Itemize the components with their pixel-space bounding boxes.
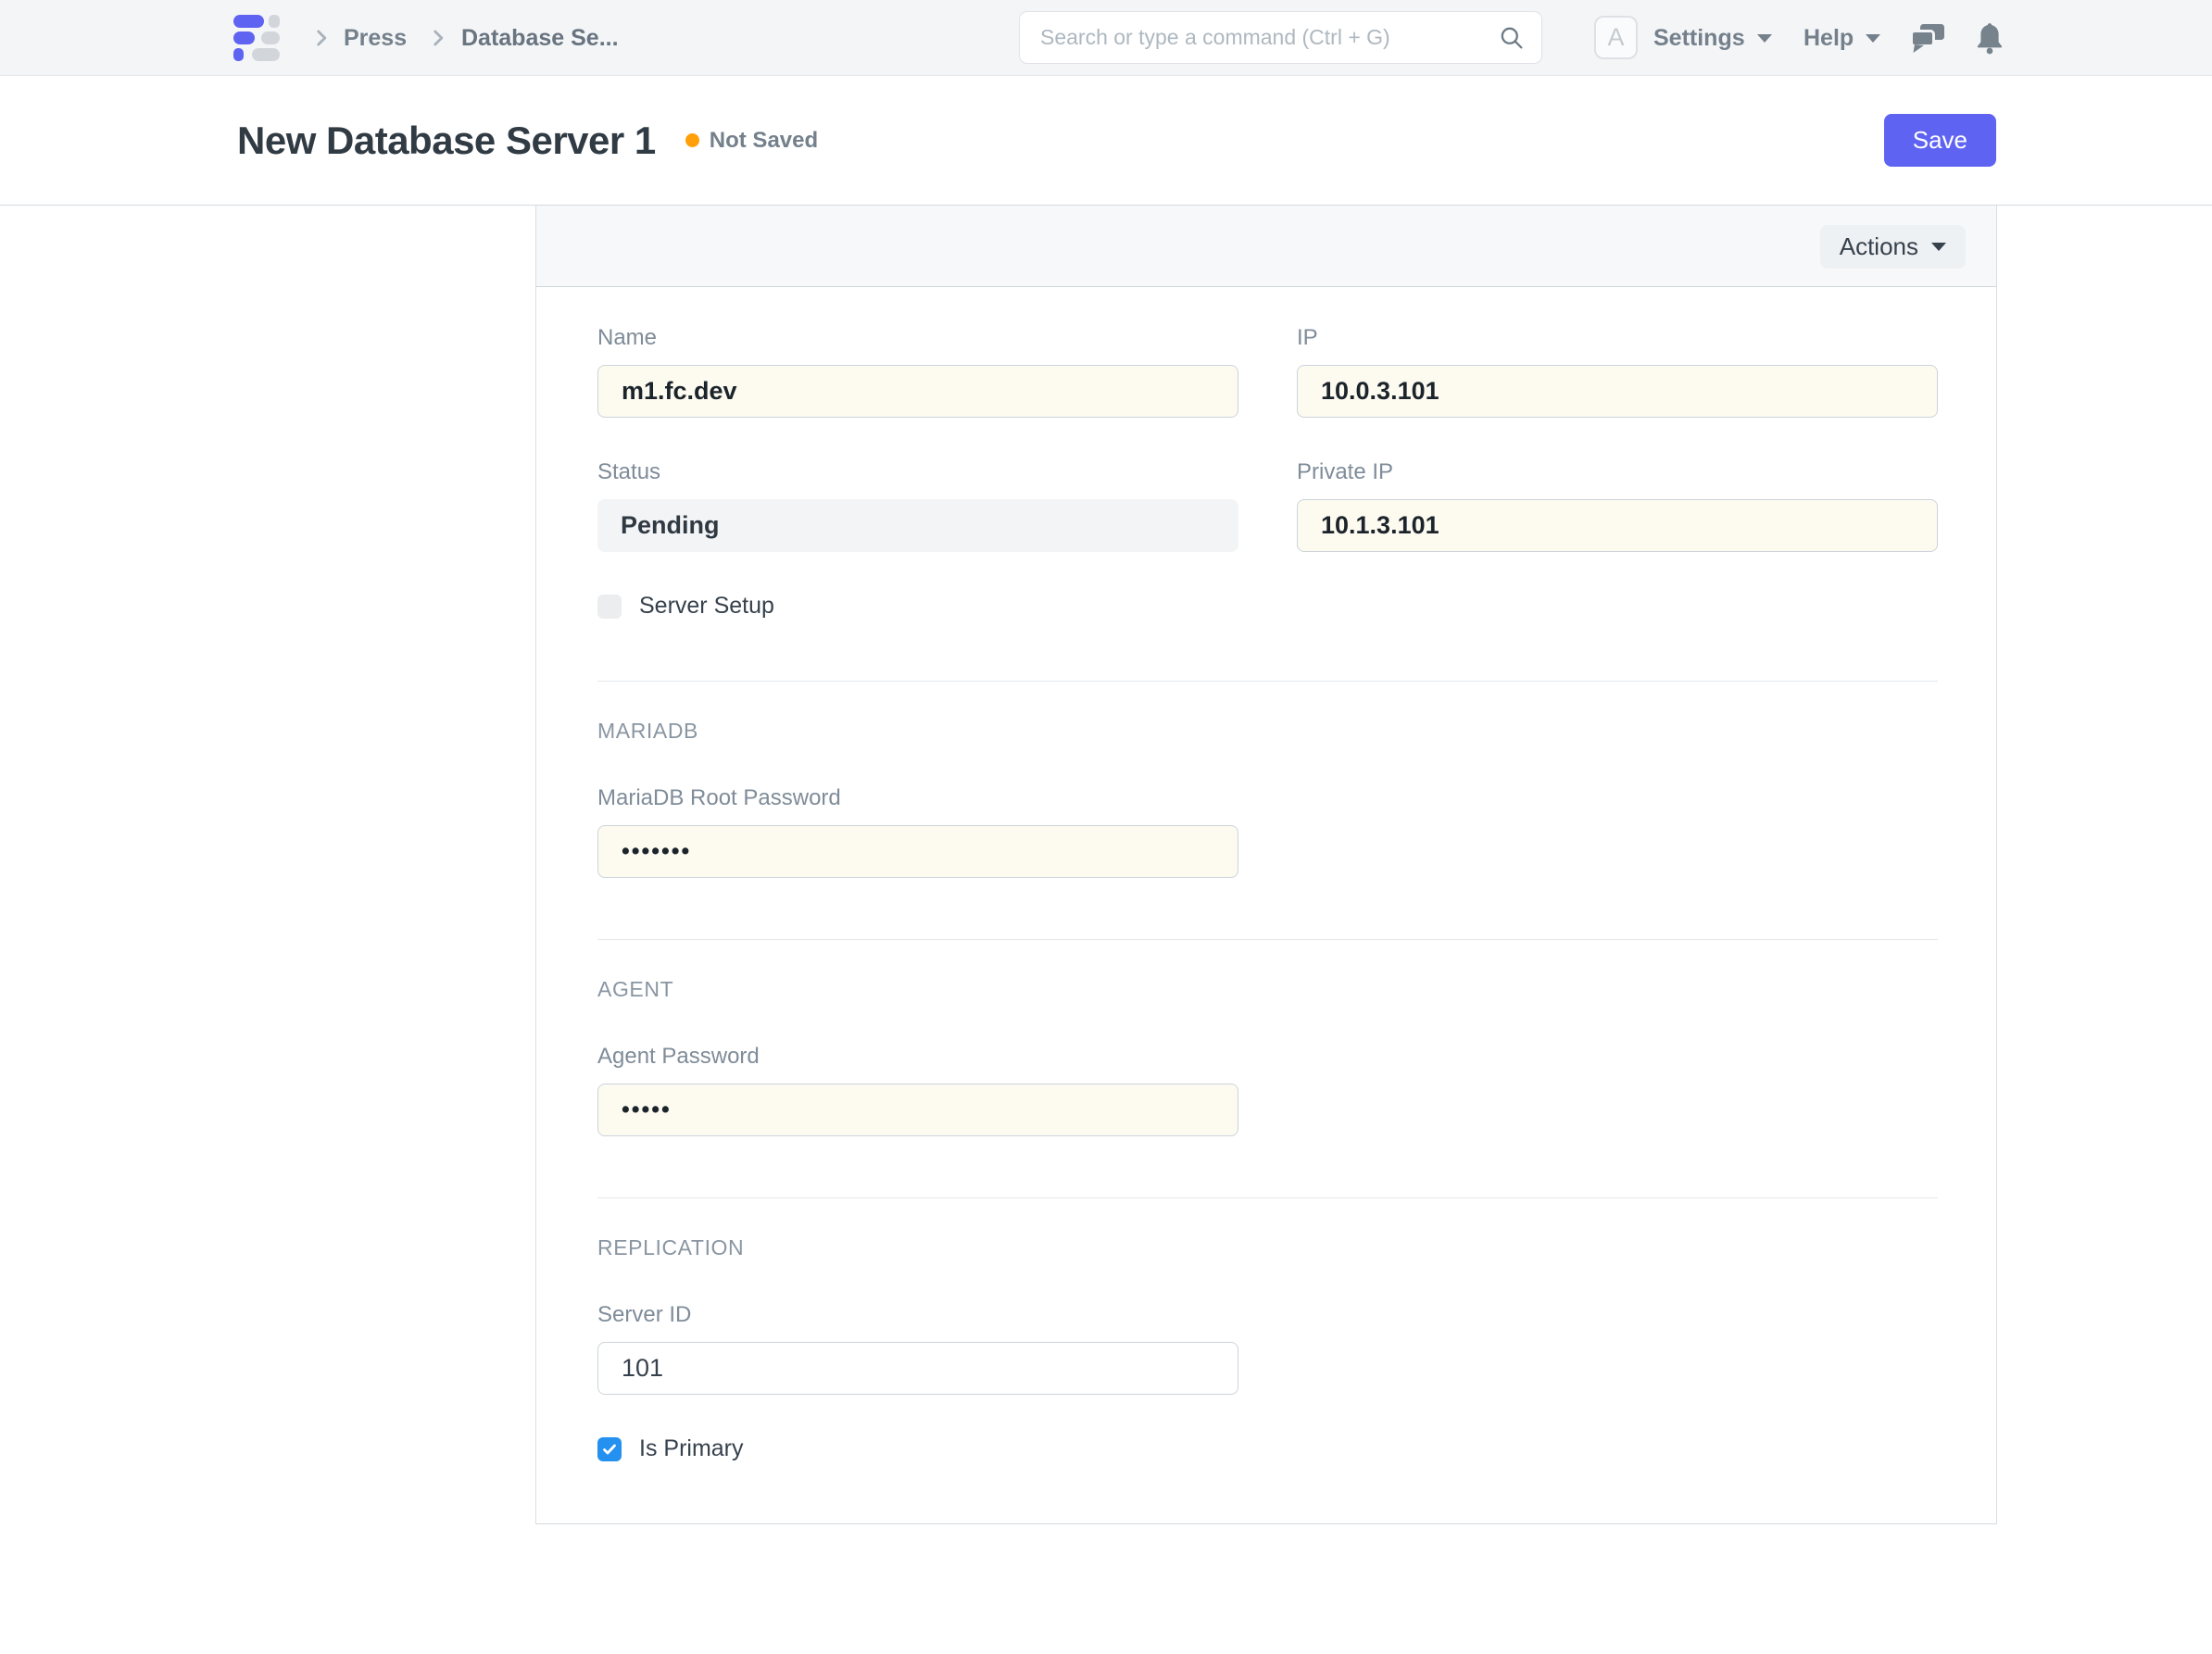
chevron-down-icon: [1757, 34, 1772, 43]
chevron-down-icon: [1931, 243, 1946, 251]
private-ip-input[interactable]: [1297, 499, 1938, 552]
avatar[interactable]: A: [1594, 16, 1638, 59]
breadcrumb-database-server[interactable]: Database Se...: [461, 25, 619, 52]
field-agent-password: Agent Password: [597, 1043, 1938, 1136]
field-mariadb-root-password: MariaDB Root Password: [597, 784, 1938, 878]
help-label: Help: [1804, 25, 1854, 52]
top-navbar: Press Database Se... A Settings Help: [0, 0, 2212, 76]
chevron-down-icon: [1866, 34, 1880, 43]
is-primary-label: Is Primary: [639, 1435, 744, 1462]
settings-menu[interactable]: Settings: [1653, 0, 1772, 76]
agent-section-heading: AGENT: [597, 977, 1938, 1002]
page-title: New Database Server 1: [237, 119, 656, 163]
chat-icon: [1910, 21, 1945, 55]
field-ip: IP: [1297, 324, 1938, 418]
field-name: Name: [597, 324, 1238, 418]
form-body: Name IP Status Pending Private IP: [536, 287, 1996, 1523]
ip-input[interactable]: [1297, 365, 1938, 418]
global-search: [1019, 11, 1542, 64]
frappe-logo-icon: [233, 15, 280, 61]
section-replication: REPLICATION Server ID Is Primary: [597, 1197, 1938, 1523]
form-container: Actions Name IP Status Pending: [535, 206, 1997, 1524]
replication-section-heading: REPLICATION: [597, 1235, 1938, 1260]
server-id-label: Server ID: [597, 1301, 1938, 1329]
settings-label: Settings: [1653, 25, 1745, 52]
field-private-ip: Private IP: [1297, 458, 1938, 552]
agent-password-label: Agent Password: [597, 1043, 1938, 1071]
status-value: Pending: [597, 499, 1238, 552]
search-input[interactable]: [1040, 25, 1498, 50]
mariadb-root-password-input[interactable]: [597, 825, 1238, 878]
help-menu[interactable]: Help: [1804, 0, 1880, 76]
section-mariadb: MARIADB MariaDB Root Password: [597, 681, 1938, 939]
actions-label: Actions: [1840, 232, 1918, 261]
name-label: Name: [597, 324, 1238, 352]
doc-status-badge: Not Saved: [685, 128, 818, 154]
status-label: Status: [597, 458, 1238, 486]
actions-dropdown-button[interactable]: Actions: [1820, 225, 1966, 269]
breadcrumb-press[interactable]: Press: [344, 25, 407, 52]
agent-password-input[interactable]: [597, 1084, 1238, 1136]
is-primary-checkbox[interactable]: [597, 1437, 622, 1461]
search-icon: [1498, 24, 1525, 51]
server-setup-checkbox-row[interactable]: Server Setup: [597, 593, 1938, 620]
is-primary-checkbox-row[interactable]: Is Primary: [597, 1435, 1938, 1462]
chevron-right-icon: [309, 0, 333, 76]
server-setup-label: Server Setup: [639, 593, 774, 620]
form-toolbar: Actions: [536, 206, 1996, 287]
avatar-letter: A: [1607, 23, 1624, 52]
section-agent: AGENT Agent Password: [597, 939, 1938, 1197]
chat-button[interactable]: [1910, 0, 1945, 76]
chevron-right-icon: [426, 0, 450, 76]
bell-icon: [1975, 21, 2005, 55]
not-saved-label: Not Saved: [710, 128, 818, 154]
field-status: Status Pending: [597, 458, 1238, 552]
private-ip-label: Private IP: [1297, 458, 1938, 486]
mariadb-root-password-label: MariaDB Root Password: [597, 784, 1938, 812]
page-head: New Database Server 1 Not Saved Save: [0, 76, 2212, 206]
server-id-input[interactable]: [597, 1342, 1238, 1395]
notifications-button[interactable]: [1975, 0, 2005, 76]
app-logo[interactable]: [233, 0, 280, 76]
field-server-id: Server ID: [597, 1301, 1938, 1395]
save-button[interactable]: Save: [1884, 114, 1996, 167]
name-input[interactable]: [597, 365, 1238, 418]
not-saved-indicator-dot: [685, 133, 699, 147]
mariadb-section-heading: MARIADB: [597, 719, 1938, 744]
section-details: Name IP Status Pending Private IP: [597, 287, 1938, 681]
ip-label: IP: [1297, 324, 1938, 352]
server-setup-checkbox[interactable]: [597, 595, 622, 619]
